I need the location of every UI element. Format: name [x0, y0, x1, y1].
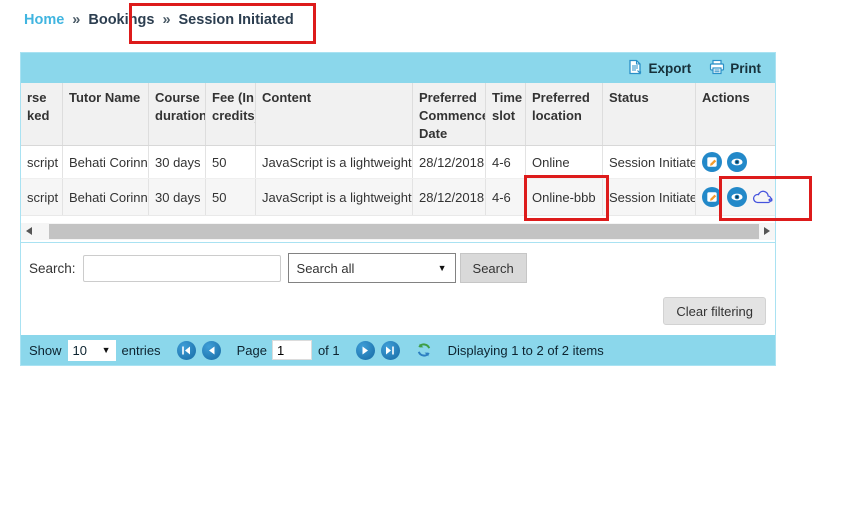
printer-icon: [709, 59, 725, 78]
search-field-value: Search all: [297, 261, 355, 276]
cell-course-duration: 30 days: [149, 179, 206, 215]
header-status[interactable]: Status: [603, 83, 696, 145]
chevron-down-icon: ▼: [102, 345, 111, 355]
print-button[interactable]: Print: [709, 59, 761, 78]
annotation-box-preferred-location: [524, 175, 609, 221]
horizontal-scrollbar: [21, 223, 775, 240]
cell-time-slot: 4-6: [486, 146, 526, 178]
cell-content: JavaScript is a lightweight,...: [256, 179, 413, 215]
export-label: Export: [648, 61, 691, 76]
cell-actions: [696, 146, 774, 178]
table-toolbar: Export Print: [21, 53, 775, 83]
header-actions: Actions: [696, 83, 774, 145]
cell-tutor-name: Behati Corinn: [63, 179, 149, 215]
clear-filtering-button[interactable]: Clear filtering: [663, 297, 766, 325]
first-page-icon[interactable]: [177, 341, 196, 360]
page-label: Page: [237, 343, 267, 358]
next-page-icon[interactable]: [356, 341, 375, 360]
search-field-select[interactable]: Search all ▼: [288, 253, 456, 283]
cell-preferred-location: Online: [526, 146, 603, 178]
last-page-icon[interactable]: [381, 341, 400, 360]
header-course-duration[interactable]: Course duration: [149, 83, 206, 145]
annotation-box-actions: [719, 176, 812, 221]
header-tutor-name[interactable]: Tutor Name: [63, 83, 149, 145]
print-label: Print: [730, 61, 761, 76]
page-size-select[interactable]: 10 ▼: [68, 340, 116, 361]
edit-icon[interactable]: [702, 152, 722, 172]
header-fee[interactable]: Fee (In credits): [206, 83, 256, 145]
cell-course-booked: script: [21, 146, 63, 178]
table-row: script Behati Corinn 30 days 50 JavaScri…: [21, 146, 775, 179]
displaying-status: Displaying 1 to 2 of 2 items: [448, 343, 604, 358]
header-preferred-commence-date[interactable]: Preferred Commence Date: [413, 83, 486, 145]
search-section: Search: Search all ▼ Search Clear filter…: [21, 242, 775, 335]
header-course-booked[interactable]: rse ked: [21, 83, 63, 145]
search-label: Search:: [29, 261, 76, 276]
page-size-value: 10: [73, 343, 87, 358]
header-preferred-location[interactable]: Preferred location: [526, 83, 603, 145]
export-document-icon: [627, 59, 643, 78]
previous-page-icon[interactable]: [202, 341, 221, 360]
cell-time-slot: 4-6: [486, 179, 526, 215]
eye-icon[interactable]: [727, 152, 747, 172]
show-label: Show: [29, 343, 62, 358]
refresh-icon[interactable]: [416, 342, 432, 358]
scroll-right-icon[interactable]: [764, 227, 770, 235]
entries-label: entries: [122, 343, 161, 358]
cell-status: Session Initiated: [603, 179, 696, 215]
cell-course-duration: 30 days: [149, 146, 206, 178]
cell-course-booked: script: [21, 179, 63, 215]
header-time-slot[interactable]: Time slot: [486, 83, 526, 145]
export-button[interactable]: Export: [627, 59, 691, 78]
chevron-down-icon: ▼: [438, 263, 447, 273]
page-number-input[interactable]: [272, 340, 312, 360]
header-content[interactable]: Content: [256, 83, 413, 145]
cell-preferred-commence-date: 28/12/2018: [413, 179, 486, 215]
breadcrumb-home-link[interactable]: Home: [24, 12, 64, 28]
scrollbar-thumb[interactable]: [49, 224, 759, 239]
cell-preferred-commence-date: 28/12/2018: [413, 146, 486, 178]
cell-fee: 50: [206, 146, 256, 178]
table-row: script Behati Corinn 30 days 50 JavaScri…: [21, 179, 775, 216]
cell-content: JavaScript is a lightweight,...: [256, 146, 413, 178]
bookings-panel: Export Print rse ked Tutor Name Course: [20, 52, 776, 366]
search-input[interactable]: [83, 255, 281, 282]
cell-fee: 50: [206, 179, 256, 215]
breadcrumb-separator: »: [72, 12, 80, 28]
scroll-left-icon[interactable]: [26, 227, 32, 235]
cell-status: Session Initiated: [603, 146, 696, 178]
search-button[interactable]: Search: [460, 253, 527, 283]
pagination-bar: Show 10 ▼ entries Page of 1: [21, 335, 775, 365]
cell-tutor-name: Behati Corinn: [63, 146, 149, 178]
table-header-row: rse ked Tutor Name Course duration Fee (…: [21, 83, 775, 146]
page-count-label: of 1: [318, 343, 340, 358]
annotation-box-breadcrumb: [129, 3, 316, 44]
